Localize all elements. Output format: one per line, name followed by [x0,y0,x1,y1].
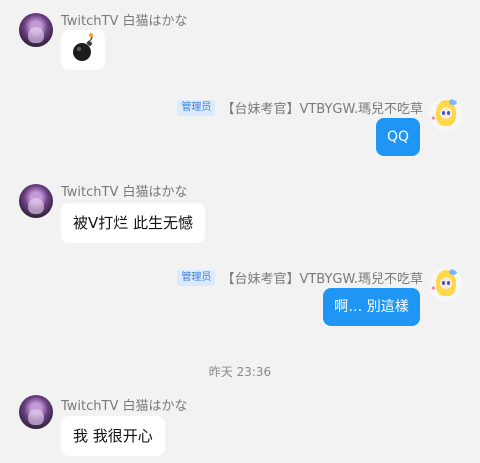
sender-header: 管理员 【台妹考官】VTBYGW.瑪兒不吃草 [177,268,423,287]
admin-badge: 管理员 [177,269,216,286]
message-bubble[interactable]: QQ [376,118,420,156]
sender-name: TwitchTV 白猫はかな [61,185,188,200]
sender-name: TwitchTV 白猫はかな [61,14,188,29]
avatar[interactable] [19,13,53,47]
sender-name: 【台妹考官】VTBYGW.瑪兒不吃草 [221,272,423,287]
message-bubble[interactable]: 啊… 別這樣 [323,288,420,326]
message-bubble[interactable]: 被V打烂 此生无憾 [61,203,206,243]
sender-name: 【台妹考官】VTBYGW.瑪兒不吃草 [221,102,423,117]
avatar[interactable] [19,395,53,429]
avatar[interactable]: ✦ [429,268,463,302]
message-bubble[interactable]: 我 我很开心 [61,416,165,456]
sender-name: TwitchTV 白猫はかな [61,399,188,414]
avatar[interactable]: ✦ [429,98,463,132]
message-bubble[interactable] [61,30,105,70]
admin-badge: 管理员 [177,99,216,116]
bomb-icon [73,33,93,61]
timestamp-divider: 昨天 23:36 [208,365,272,379]
sender-header: 管理员 【台妹考官】VTBYGW.瑪兒不吃草 [177,98,423,117]
avatar[interactable] [19,184,53,218]
